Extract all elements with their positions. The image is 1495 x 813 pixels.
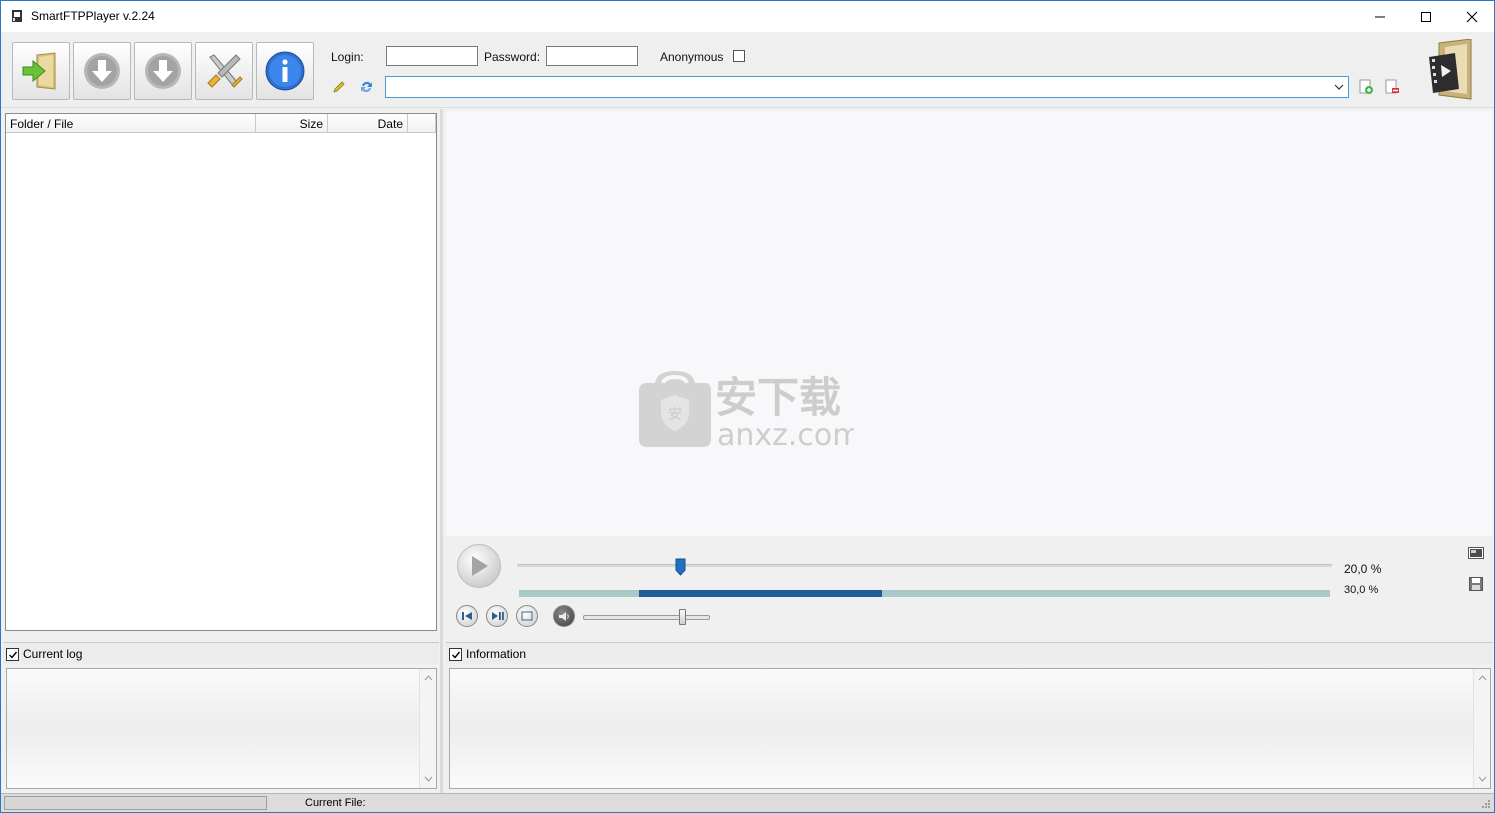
scroll-up-icon[interactable]	[424, 674, 433, 683]
tools-icon	[207, 54, 243, 88]
column-header-filler	[408, 114, 436, 133]
information-scrollbar[interactable]	[1473, 669, 1490, 788]
information-box[interactable]	[449, 668, 1491, 789]
current-log-box[interactable]	[6, 668, 437, 789]
film-reel-logo	[1429, 39, 1472, 100]
minimize-button[interactable]	[1357, 1, 1403, 32]
current-log-label: Current log	[23, 647, 83, 661]
password-field[interactable]	[546, 46, 638, 66]
column-header-size[interactable]: Size	[256, 114, 328, 133]
file-list[interactable]: Folder / File Size Date	[5, 113, 437, 631]
volume-slider[interactable]	[583, 615, 710, 620]
buffer-percent: 30,0 %	[1344, 584, 1379, 596]
maximize-button[interactable]	[1403, 1, 1449, 32]
window-title: SmartFTPPlayer v.2.24	[31, 9, 155, 23]
play-pause-icon	[491, 612, 504, 620]
watermark-chinese-text: 安下载	[715, 373, 841, 422]
current-file-label: Current File:	[305, 797, 366, 809]
scroll-down-icon[interactable]	[424, 774, 433, 783]
download-button[interactable]	[73, 42, 131, 100]
close-button[interactable]	[1449, 1, 1495, 32]
scroll-up-icon[interactable]	[1478, 674, 1487, 683]
url-combobox[interactable]	[385, 76, 1349, 98]
add-bookmark-button[interactable]	[1358, 79, 1374, 95]
anonymous-label: Anonymous	[660, 50, 724, 64]
status-bar: Current File:	[1, 793, 1494, 812]
column-header-folder-file[interactable]: Folder / File	[6, 114, 256, 133]
screenshot-icon[interactable]	[1468, 547, 1484, 560]
anonymous-checkbox[interactable]	[733, 50, 745, 62]
status-progress-bar	[4, 796, 267, 810]
panel-splitter[interactable]	[440, 109, 443, 793]
watermark: 安 安下载 anxz.com	[639, 371, 854, 449]
refresh-icon	[360, 81, 372, 93]
app-window: SmartFTPPlayer v.2.24 Login: Password: A…	[0, 0, 1495, 813]
minimize-icon	[1375, 16, 1385, 17]
save-icon[interactable]	[1469, 577, 1483, 591]
information-label: Information	[466, 647, 527, 661]
buffer-fill	[639, 590, 883, 597]
add-bookmark-icon	[1359, 79, 1373, 94]
folder-enter-icon	[22, 52, 56, 90]
buffer-bar	[519, 590, 1330, 597]
checkmark-icon	[451, 651, 460, 659]
password-label: Password:	[484, 50, 541, 64]
previous-button[interactable]	[456, 605, 478, 627]
login-label: Login:	[331, 50, 364, 64]
play-button[interactable]	[457, 544, 501, 588]
current-log-header: Current log	[3, 642, 439, 664]
scroll-down-icon[interactable]	[1478, 774, 1487, 783]
settings-button[interactable]	[195, 42, 253, 100]
app-icon	[12, 10, 22, 22]
svg-text:安: 安	[668, 407, 682, 423]
title-bar: SmartFTPPlayer v.2.24	[1, 1, 1494, 32]
watermark-domain-text: anxz.com	[717, 418, 854, 449]
refresh-button[interactable]	[358, 79, 374, 95]
download-all-button[interactable]	[134, 42, 192, 100]
open-folder-button[interactable]	[12, 42, 70, 100]
seek-percent: 20,0 %	[1344, 562, 1382, 576]
current-log-checkbox[interactable]	[6, 648, 19, 661]
resize-grip-icon[interactable]	[1480, 798, 1491, 809]
column-header-date[interactable]: Date	[328, 114, 408, 133]
download-arrow-icon	[84, 53, 120, 89]
log-scrollbar[interactable]	[419, 669, 436, 788]
info-icon	[265, 51, 305, 91]
seek-bar[interactable]	[517, 564, 1332, 567]
play-pause-button[interactable]	[486, 605, 508, 627]
checkmark-icon	[8, 651, 17, 659]
login-field[interactable]	[386, 46, 478, 66]
player-controls: 20,0 % 30,0 %	[446, 536, 1493, 632]
stop-icon	[521, 611, 533, 621]
maximize-icon	[1421, 11, 1431, 22]
toolbar: Login: Password: Anonymous	[1, 32, 1494, 108]
mute-button[interactable]	[553, 605, 575, 627]
url-input[interactable]	[386, 77, 1326, 97]
play-icon	[472, 556, 488, 576]
volume-icon	[558, 611, 569, 621]
seek-thumb[interactable]	[675, 558, 686, 576]
previous-icon	[462, 612, 472, 620]
video-area[interactable]	[446, 111, 1493, 536]
download-arrow-icon	[145, 53, 181, 89]
stop-button[interactable]	[516, 605, 538, 627]
information-checkbox[interactable]	[449, 648, 462, 661]
remove-bookmark-button[interactable]	[1384, 79, 1400, 95]
information-header: Information	[446, 642, 1493, 664]
edit-button[interactable]	[331, 79, 347, 95]
volume-thumb[interactable]	[679, 609, 687, 625]
remove-bookmark-icon	[1385, 79, 1399, 94]
url-dropdown-button[interactable]	[1332, 80, 1346, 94]
close-icon	[1466, 11, 1478, 22]
about-button[interactable]	[256, 42, 314, 100]
edit-pencil-icon	[333, 81, 345, 93]
chevron-down-icon	[1334, 84, 1344, 90]
